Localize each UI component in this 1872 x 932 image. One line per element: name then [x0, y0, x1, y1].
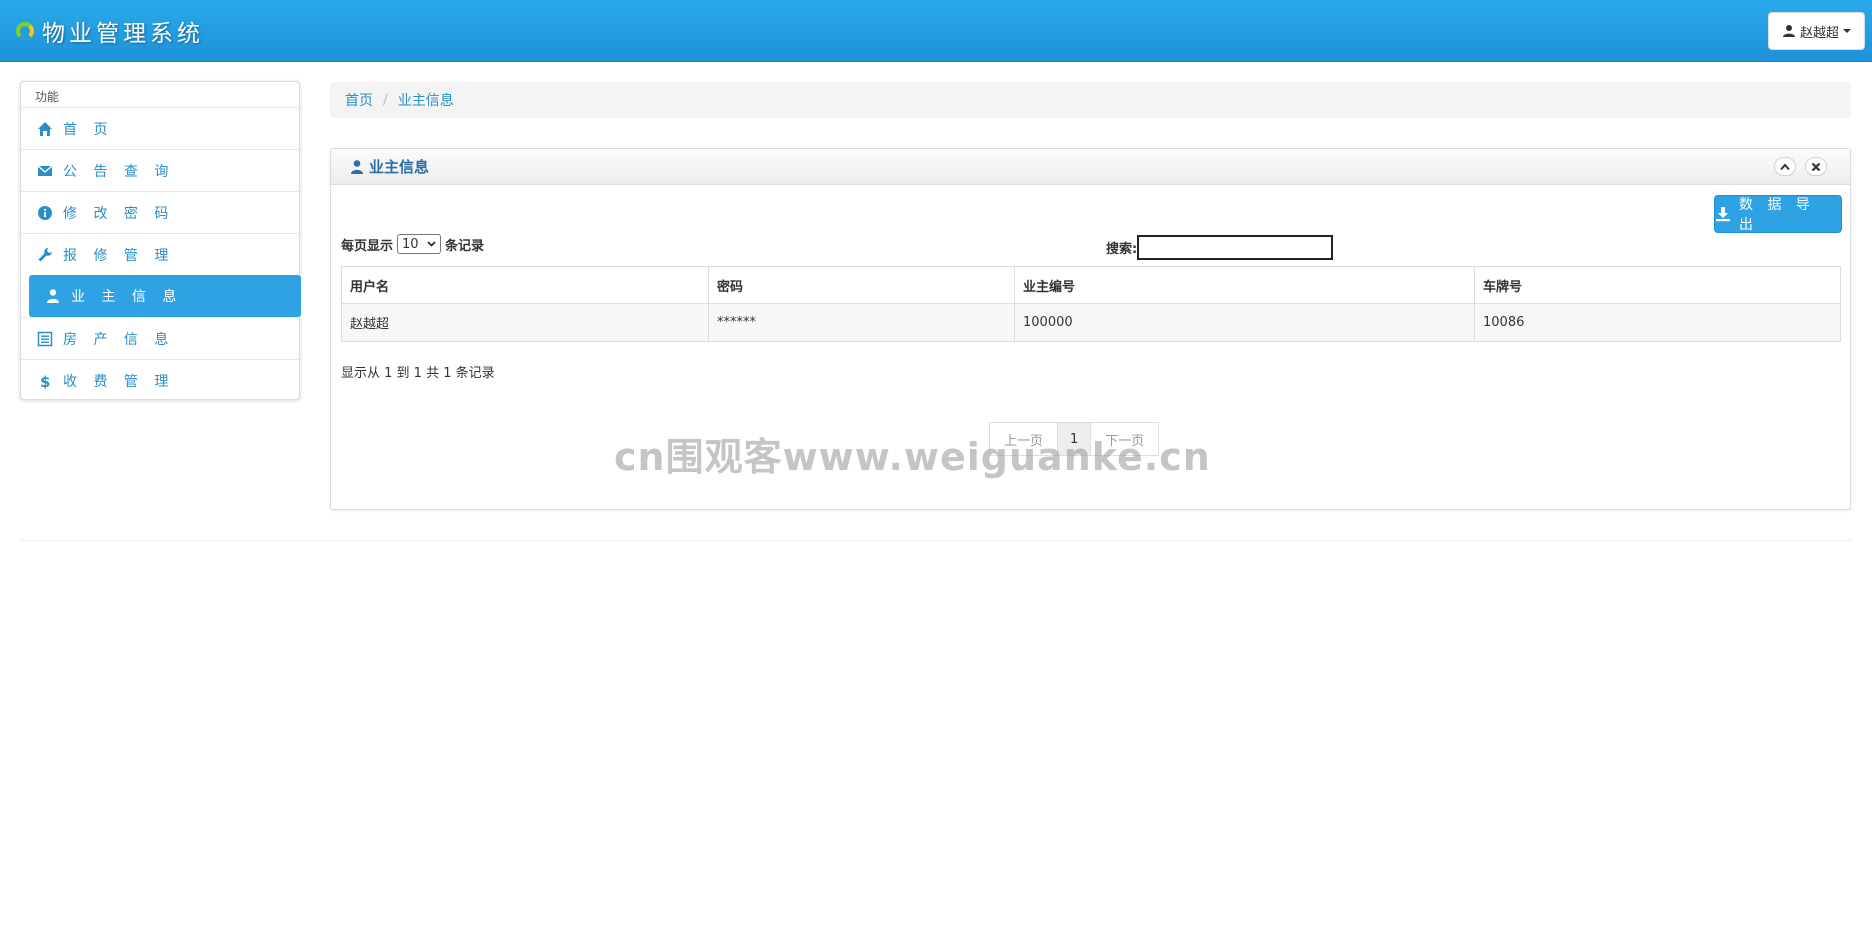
- sidebar-item-label: 公 告 查 询: [63, 163, 175, 180]
- column-header-owner-id[interactable]: 业主编号: [1014, 266, 1475, 304]
- info-icon: [37, 205, 53, 221]
- sidebar-item-home[interactable]: 首 页: [21, 107, 299, 149]
- sidebar-item-notices[interactable]: 公 告 查 询: [21, 149, 299, 191]
- list-alt-icon: [37, 331, 53, 347]
- page-length-value: 10: [402, 236, 419, 252]
- table-header-row: 用户名 密码 业主编号 车牌号: [341, 266, 1841, 304]
- page-length-control: 每页显示 10 条记录: [341, 234, 484, 254]
- page-length-select[interactable]: 10: [397, 234, 442, 254]
- sidebar-item-label: 修 改 密 码: [63, 205, 175, 222]
- user-icon: [349, 159, 365, 175]
- sidebar-item-property[interactable]: 房 产 信 息: [21, 317, 299, 359]
- download-icon: [1715, 206, 1731, 222]
- breadcrumb-separator: /: [383, 92, 388, 108]
- panel-header: 业主信息: [331, 149, 1850, 185]
- caret-down-icon: [1843, 29, 1851, 33]
- table-info: 显示从 1 到 1 共 1 条记录: [341, 366, 495, 381]
- sidebar-item-label: 房 产 信 息: [63, 331, 175, 348]
- breadcrumb-home-link[interactable]: 首页: [345, 90, 373, 110]
- close-button[interactable]: [1805, 157, 1827, 176]
- cell-password: ******: [708, 303, 1015, 342]
- brand[interactable]: 物业管理系统: [14, 14, 204, 48]
- footer-divider: [20, 540, 1851, 541]
- user-menu-button[interactable]: 赵越超: [1768, 12, 1865, 50]
- cell-plate: 10086: [1474, 303, 1841, 342]
- user-icon: [1782, 24, 1796, 38]
- envelope-icon: [37, 163, 53, 179]
- watermark: cn围观客www.weiguanke.cn: [614, 435, 1211, 479]
- sidebar: 功能 首 页 公 告 查 询 修 改 密 码 报 修 管 理 业 主 信 息 房…: [20, 81, 301, 401]
- chevron-up-icon: [1780, 162, 1790, 171]
- export-label: 数 据 导 出: [1739, 197, 1815, 233]
- panel-title: 业主信息: [369, 158, 430, 176]
- cell-username: 赵越超: [341, 303, 709, 342]
- sidebar-item-label: 报 修 管 理: [63, 247, 175, 264]
- user-name: 赵越超: [1799, 25, 1839, 41]
- sidebar-item-repairs[interactable]: 报 修 管 理: [21, 233, 299, 275]
- column-header-password[interactable]: 密码: [708, 266, 1015, 304]
- sidebar-item-change-password[interactable]: 修 改 密 码: [21, 191, 299, 233]
- svg-text:$: $: [40, 373, 53, 389]
- home-icon: [37, 121, 53, 137]
- sidebar-item-label: 业 主 信 息: [71, 289, 183, 305]
- owners-table: 用户名 密码 业主编号 车牌号 赵越超 ****** 100000 10086: [341, 266, 1841, 342]
- user-icon: [45, 288, 61, 304]
- sidebar-item-owners[interactable]: 业 主 信 息: [29, 275, 301, 317]
- column-header-plate[interactable]: 车牌号: [1474, 266, 1841, 304]
- chevron-down-icon: [427, 241, 436, 247]
- search-label: 搜索:: [1106, 242, 1138, 257]
- sidebar-item-label: 首 页: [63, 121, 114, 138]
- sidebar-item-fees[interactable]: $ 收 费 管 理: [21, 359, 299, 401]
- wrench-icon: [37, 247, 53, 263]
- export-data-button[interactable]: 数 据 导 出: [1714, 195, 1842, 233]
- table-search: 搜索:: [1106, 235, 1334, 260]
- breadcrumb-current[interactable]: 业主信息: [398, 90, 454, 110]
- search-input[interactable]: [1137, 235, 1334, 260]
- sidebar-item-label: 收 费 管 理: [63, 373, 175, 390]
- app-title: 物业管理系统: [42, 21, 204, 47]
- logo-icon: [14, 20, 36, 42]
- dollar-icon: $: [37, 373, 53, 389]
- column-header-username[interactable]: 用户名: [341, 266, 709, 304]
- collapse-button[interactable]: [1774, 157, 1796, 176]
- breadcrumb: 首页 / 业主信息: [330, 82, 1851, 118]
- length-prefix: 每页显示: [341, 238, 394, 254]
- sidebar-header: 功能: [35, 90, 60, 104]
- cell-owner-id: 100000: [1014, 303, 1475, 342]
- close-icon: [1811, 162, 1821, 172]
- table-row[interactable]: 赵越超 ****** 100000 10086: [341, 303, 1841, 342]
- length-suffix: 条记录: [445, 238, 485, 254]
- top-navbar: 物业管理系统 赵越超: [0, 0, 1872, 62]
